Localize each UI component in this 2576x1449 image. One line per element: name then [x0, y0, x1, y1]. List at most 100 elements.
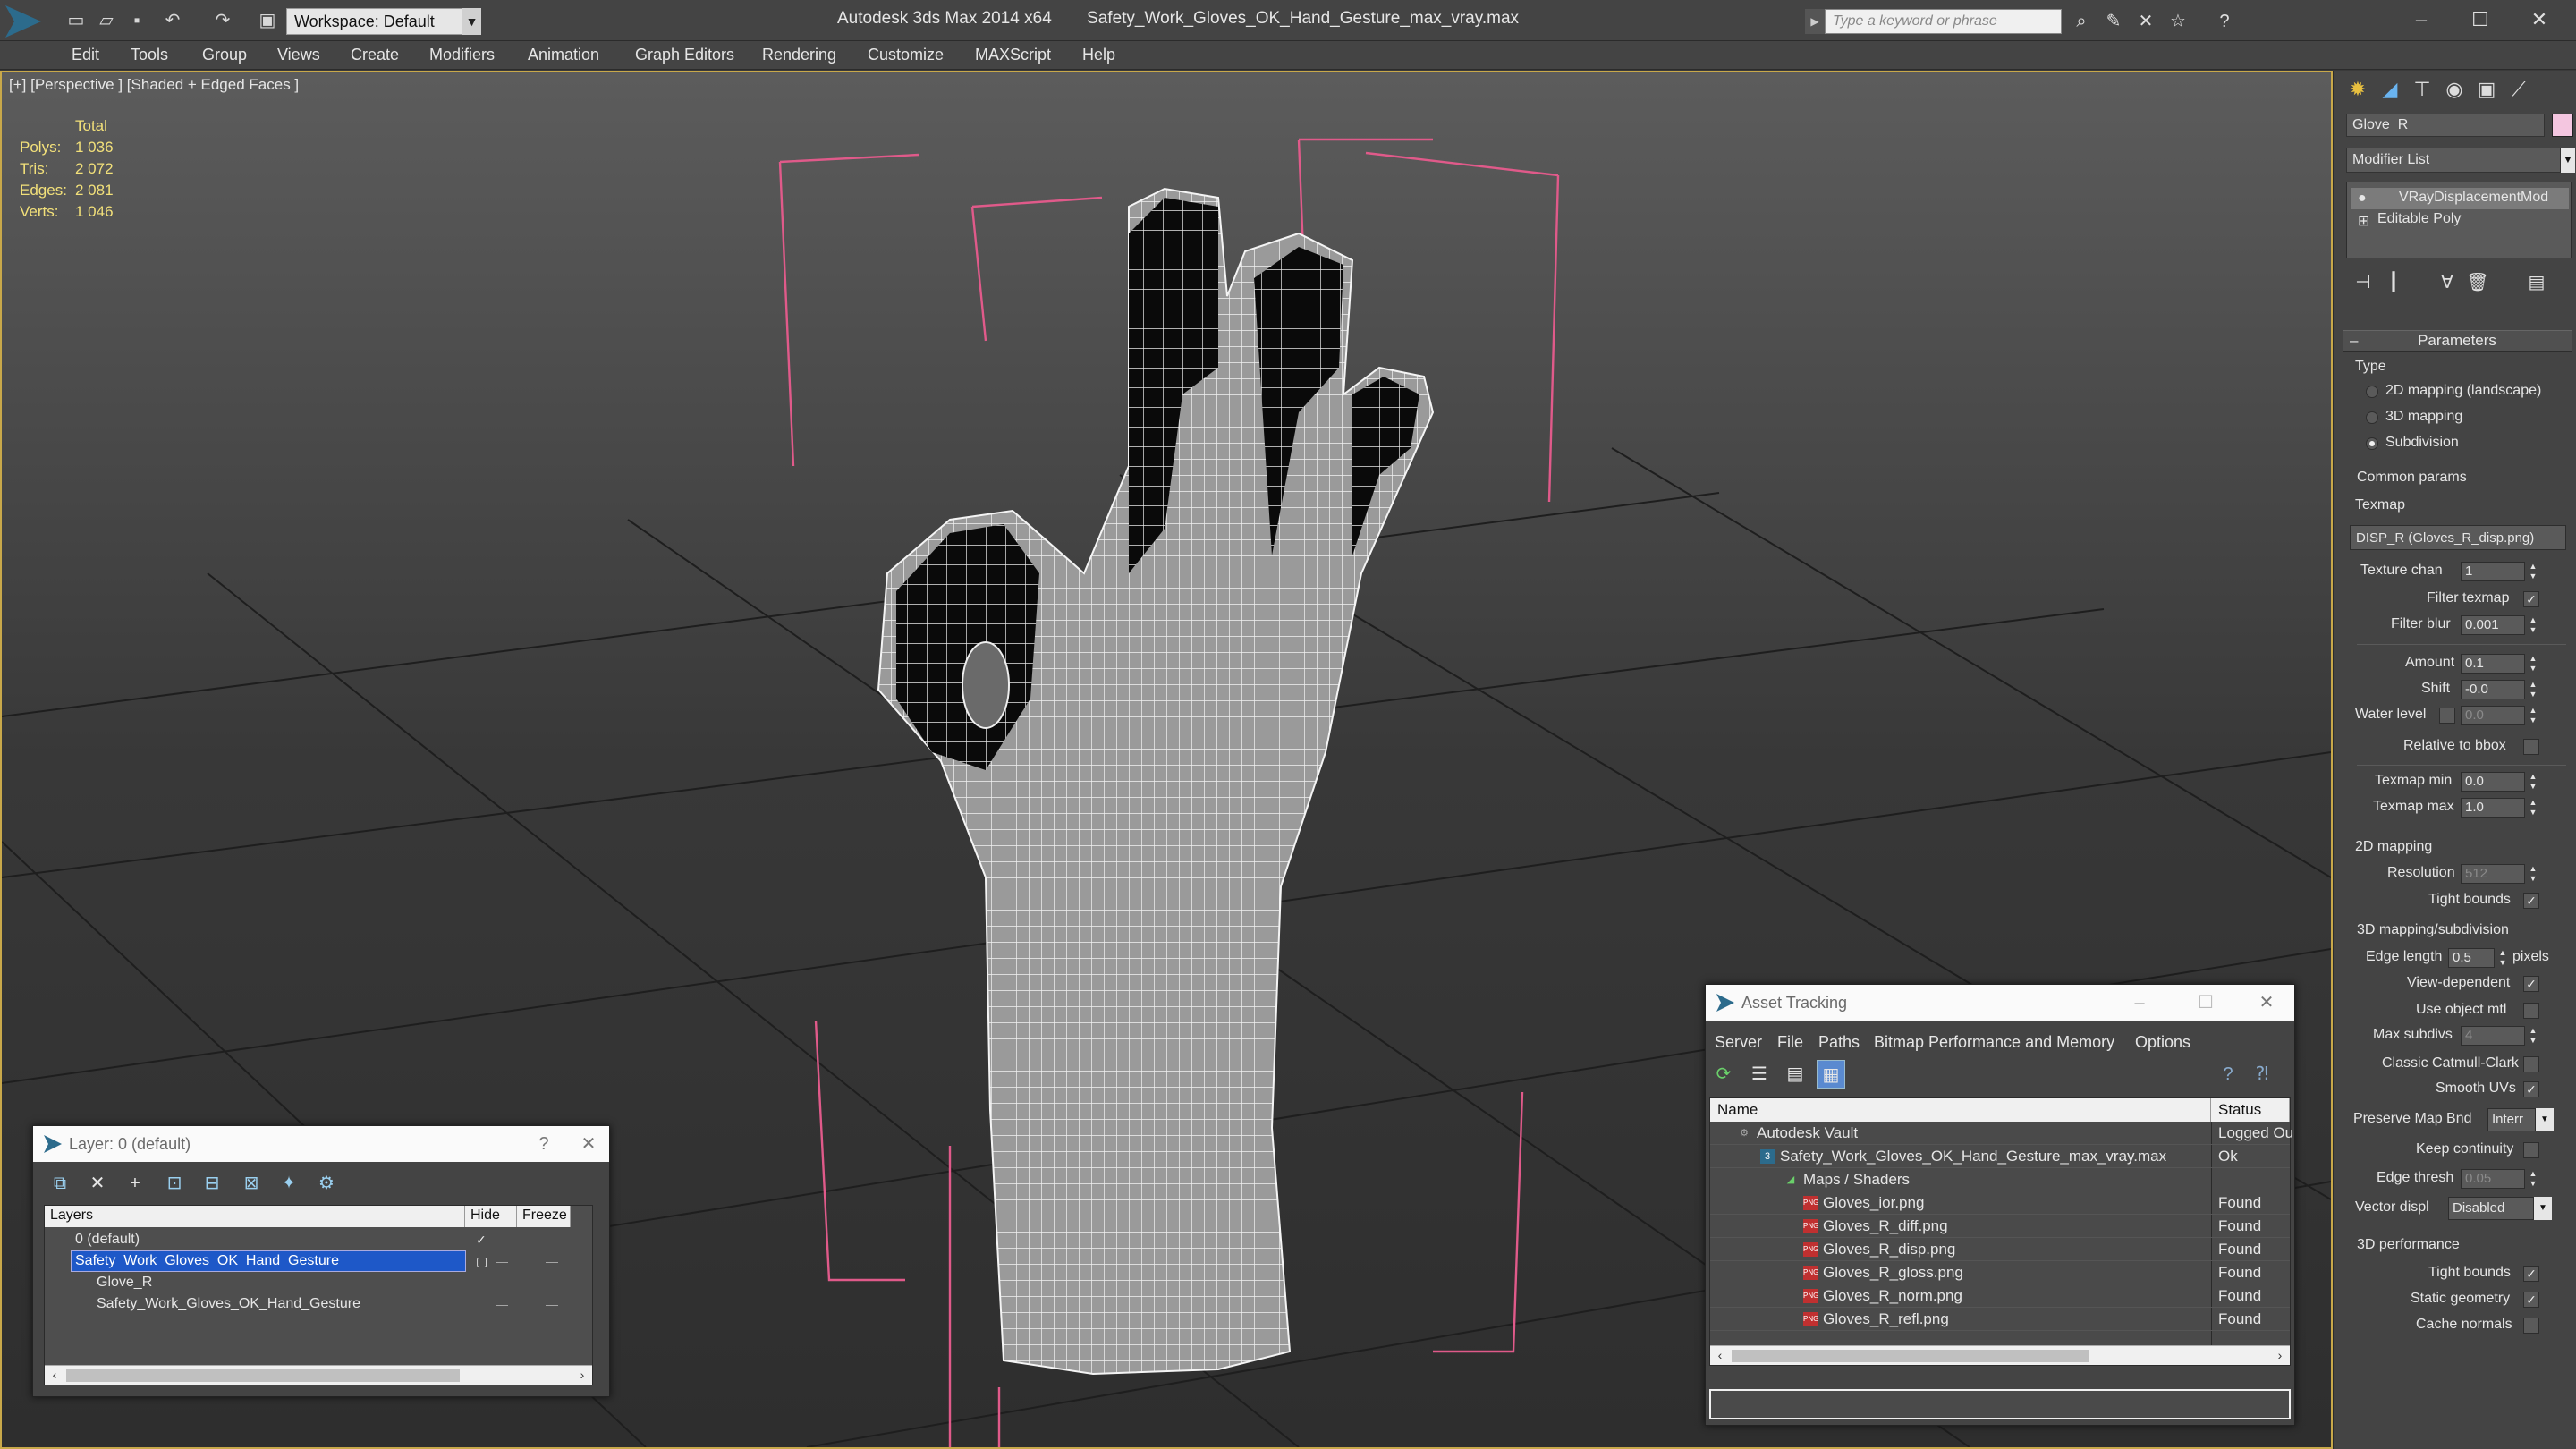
- motion-tab-icon[interactable]: ◉: [2439, 76, 2470, 103]
- asset-window-titlebar[interactable]: Asset Tracking – ☐ ✕: [1706, 985, 2294, 1021]
- close-icon[interactable]: ✕: [2510, 4, 2569, 36]
- save-file-icon[interactable]: ▪: [125, 9, 148, 32]
- cache-normals-checkbox[interactable]: [2523, 1318, 2539, 1334]
- asset-name[interactable]: Gloves_R_norm.png: [1823, 1287, 1962, 1305]
- menu-views[interactable]: Views: [277, 46, 320, 64]
- asset-row[interactable]: PNG Gloves_R_disp.png Found: [1710, 1238, 2290, 1261]
- create-tab-icon[interactable]: ✹: [2343, 76, 2373, 103]
- subscription-icon[interactable]: ✎: [2102, 11, 2125, 32]
- favorites-star-icon[interactable]: ☆: [2166, 11, 2190, 32]
- parameters-rollout-header[interactable]: Parameters: [2343, 330, 2572, 352]
- asset-row[interactable]: PNG Gloves_ior.png Found: [1710, 1191, 2290, 1215]
- column-header-hide[interactable]: Hide: [465, 1206, 517, 1227]
- type-subdivision-radio[interactable]: [2366, 437, 2378, 450]
- layer-row[interactable]: Safety_Work_Gloves_OK_Hand_Gesture — —: [45, 1293, 592, 1315]
- current-layer-box-icon[interactable]: ▢: [476, 1254, 487, 1269]
- water-level-spinner[interactable]: ▲ ▼: [2529, 706, 2538, 725]
- minimize-icon[interactable]: –: [2392, 4, 2451, 36]
- hide-toggle[interactable]: —: [496, 1275, 508, 1290]
- menu-group[interactable]: Group: [202, 46, 247, 64]
- asset-row[interactable]: ◢ Maps / Shaders: [1710, 1168, 2290, 1191]
- freeze-toggle[interactable]: —: [546, 1233, 558, 1247]
- scroll-right-icon[interactable]: ›: [574, 1368, 590, 1382]
- layer-row[interactable]: 0 (default) ✓ — —: [45, 1229, 592, 1250]
- asset-name[interactable]: Autodesk Vault: [1757, 1124, 1858, 1142]
- asset-row[interactable]: PNG Gloves_R_gloss.png Found: [1710, 1261, 2290, 1284]
- texture-chan-spinner[interactable]: ▲ ▼: [2529, 562, 2538, 581]
- menu-file[interactable]: File: [1777, 1033, 1803, 1052]
- shift-field[interactable]: -0.0: [2461, 680, 2525, 699]
- scrollbar-thumb[interactable]: [66, 1369, 460, 1382]
- search-input[interactable]: Type a keyword or phrase: [1825, 9, 2062, 34]
- hide-toggle[interactable]: —: [496, 1254, 508, 1268]
- resolution-field[interactable]: 512: [2461, 864, 2525, 884]
- asset-name[interactable]: Gloves_ior.png: [1823, 1194, 1924, 1212]
- lightbulb-icon[interactable]: ●: [2358, 191, 2367, 207]
- asset-name[interactable]: Safety_Work_Gloves_OK_Hand_Gesture_max_v…: [1780, 1148, 2166, 1165]
- modify-tab-icon[interactable]: ◢: [2375, 76, 2405, 103]
- maximize-icon[interactable]: ☐: [2451, 4, 2510, 36]
- classic-catmull-checkbox[interactable]: [2523, 1056, 2539, 1072]
- menu-bitmap-performance[interactable]: Bitmap Performance and Memory: [1874, 1033, 2114, 1052]
- filter-blur-field[interactable]: 0.001: [2461, 615, 2525, 635]
- column-header-name[interactable]: Name: [1710, 1098, 2211, 1122]
- hide-all-icon[interactable]: ⊠: [239, 1171, 264, 1196]
- search-expand-icon[interactable]: ▶: [1805, 9, 1825, 34]
- glove-mesh[interactable]: [877, 187, 1435, 1376]
- object-color-swatch[interactable]: [2552, 114, 2573, 137]
- make-unique-icon[interactable]: ∀: [2434, 269, 2461, 296]
- max-subdivs-spinner[interactable]: ▲ ▼: [2529, 1026, 2538, 1046]
- menu-rendering[interactable]: Rendering: [762, 46, 836, 64]
- texture-chan-field[interactable]: 1: [2461, 562, 2525, 581]
- menu-modifiers[interactable]: Modifiers: [429, 46, 495, 64]
- type-3d-label[interactable]: 3D mapping: [2385, 409, 2462, 425]
- display-tab-icon[interactable]: ▣: [2471, 76, 2502, 103]
- asset-row[interactable]: ⚙ Autodesk Vault Logged Ou: [1710, 1122, 2293, 1145]
- max-subdivs-field[interactable]: 4: [2461, 1026, 2525, 1046]
- table-view-icon[interactable]: ▦: [1817, 1060, 1845, 1089]
- select-objects-icon[interactable]: ⊡: [162, 1171, 187, 1196]
- chevron-down-icon[interactable]: ▼: [2536, 1108, 2554, 1131]
- menu-graph-editors[interactable]: Graph Editors: [635, 46, 734, 64]
- asset-name[interactable]: Maps / Shaders: [1803, 1171, 1910, 1189]
- edge-length-field[interactable]: 0.5: [2448, 948, 2495, 968]
- asset-row[interactable]: PNG Gloves_R_norm.png Found: [1710, 1284, 2290, 1308]
- menu-edit[interactable]: Edit: [72, 46, 99, 64]
- asset-name[interactable]: Gloves_R_gloss.png: [1823, 1264, 1963, 1282]
- amount-spinner[interactable]: ▲ ▼: [2529, 654, 2538, 674]
- menu-maxscript[interactable]: MAXScript: [975, 46, 1051, 64]
- checkmark-icon[interactable]: ✓: [476, 1233, 487, 1248]
- horizontal-scrollbar[interactable]: ‹ ›: [45, 1365, 592, 1385]
- remove-modifier-icon[interactable]: 🗑: [2464, 269, 2491, 296]
- detail-view-icon[interactable]: ▤: [1781, 1060, 1809, 1089]
- type-2d-radio[interactable]: [2366, 386, 2378, 398]
- column-header-freeze[interactable]: Freeze: [517, 1206, 571, 1227]
- redo-icon[interactable]: ↷: [211, 9, 234, 32]
- tight-bounds-perf-checkbox[interactable]: ✓: [2523, 1266, 2539, 1282]
- relative-to-bbox-checkbox[interactable]: [2523, 739, 2539, 755]
- hide-toggle[interactable]: —: [496, 1297, 508, 1311]
- menu-tools[interactable]: Tools: [131, 46, 168, 64]
- layer-row[interactable]: Glove_R — —: [45, 1272, 592, 1293]
- delete-layer-icon[interactable]: ✕: [85, 1171, 110, 1196]
- binoculars-icon[interactable]: ⌕: [2070, 11, 2093, 32]
- new-file-icon[interactable]: ▭: [64, 9, 88, 32]
- freeze-toggle[interactable]: —: [546, 1254, 558, 1268]
- add-to-layer-icon[interactable]: +: [123, 1171, 148, 1196]
- layer-name[interactable]: 0 (default): [72, 1230, 143, 1250]
- workspace-select[interactable]: Workspace: Default: [286, 8, 481, 35]
- asset-path-field[interactable]: [1709, 1389, 2291, 1419]
- maximize-icon[interactable]: ☐: [2192, 990, 2219, 1015]
- type-3d-radio[interactable]: [2366, 411, 2378, 424]
- viewport-label[interactable]: [+] [Perspective ] [Shaded + Edged Faces…: [9, 76, 299, 94]
- stack-item-vray-displacement[interactable]: ● VRayDisplacementMod: [2351, 188, 2569, 209]
- texmap-min-spinner[interactable]: ▲ ▼: [2529, 772, 2538, 792]
- scroll-left-icon[interactable]: ‹: [1712, 1348, 1728, 1362]
- app-logo-icon[interactable]: [5, 5, 41, 38]
- preserve-map-bnd-select[interactable]: Interr: [2487, 1108, 2536, 1131]
- texmap-button[interactable]: DISP_R (Gloves_R_disp.png): [2350, 525, 2566, 550]
- menu-animation[interactable]: Animation: [528, 46, 599, 64]
- menu-customize[interactable]: Customize: [868, 46, 944, 64]
- help-icon[interactable]: ?: [2213, 11, 2236, 32]
- create-layer-icon[interactable]: ⧉: [47, 1171, 72, 1196]
